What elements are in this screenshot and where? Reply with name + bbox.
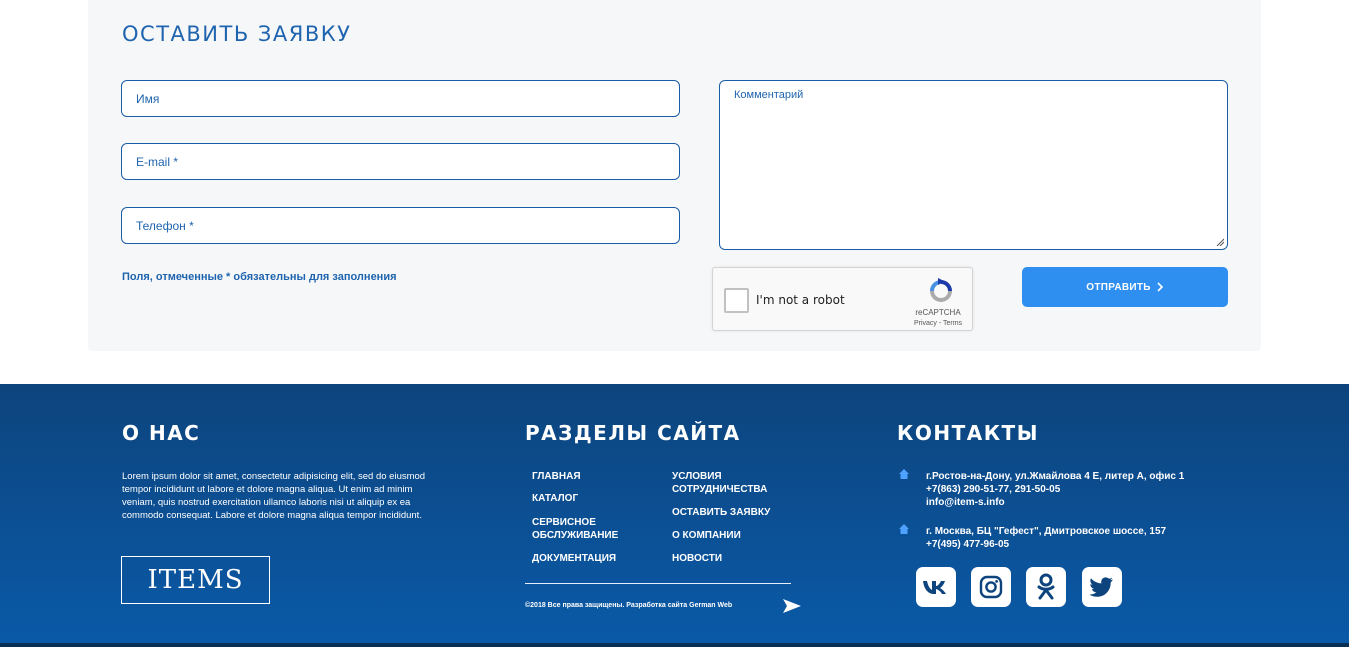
footer-divider — [525, 583, 791, 584]
chevron-right-icon — [1157, 282, 1163, 292]
twitter-button[interactable] — [1082, 567, 1122, 607]
footer: О нас Lorem ipsum dolor sit amet, consec… — [0, 384, 1349, 647]
home-icon — [899, 469, 909, 479]
recaptcha-label: I'm not a robot — [756, 293, 845, 307]
submit-button[interactable]: Отправить — [1022, 267, 1228, 307]
office2-phones[interactable]: +7(495) 477-96-05 — [926, 538, 1009, 551]
nav-link-news[interactable]: Новости — [672, 552, 722, 565]
vk-icon — [923, 581, 946, 594]
recaptcha-links[interactable]: Privacy - Terms — [908, 320, 968, 327]
email-placeholder: E-mail * — [136, 154, 179, 169]
office1-phones[interactable]: +7(863) 290-51-77, 291-50-05 — [926, 483, 1060, 496]
phone-placeholder: Телефон * — [136, 218, 194, 233]
recaptcha-widget: I'm not a robot reCAPTCHA Privacy - Term… — [712, 267, 973, 331]
vk-button[interactable] — [916, 567, 956, 607]
nav-link-cooperation[interactable]: Условия сотрудничества — [672, 470, 782, 496]
odnoklassniki-button[interactable] — [1026, 567, 1066, 607]
phone-input[interactable]: Телефон * — [121, 207, 680, 244]
resize-handle-icon[interactable] — [1216, 238, 1224, 246]
copyright: ©2018 Все права защищены. Разработка сай… — [525, 602, 733, 609]
nav-link-catalog[interactable]: Каталог — [532, 492, 578, 505]
home-icon — [899, 524, 909, 534]
items-logo[interactable]: ITEMS — [121, 556, 270, 604]
about-text: Lorem ipsum dolor sit amet, consectetur … — [122, 471, 426, 521]
form-title: Оставить заявку — [122, 22, 352, 46]
nav-link-documentation[interactable]: Документация — [532, 552, 616, 565]
recaptcha-checkbox[interactable] — [724, 288, 749, 313]
required-fields-note: Поля, отмеченные * обязательны для запол… — [122, 271, 397, 283]
office1-email[interactable]: info@item-s.info — [926, 496, 1005, 509]
paper-plane-icon[interactable] — [782, 598, 802, 614]
odnoklassniki-icon — [1037, 573, 1055, 600]
recaptcha-logo-icon — [930, 278, 952, 302]
comment-placeholder: Комментарий — [734, 89, 804, 101]
name-placeholder: Имя — [136, 91, 160, 106]
twitter-icon — [1090, 577, 1113, 597]
nav-link-request[interactable]: Оставить заявку — [672, 506, 770, 519]
email-input[interactable]: E-mail * — [121, 143, 680, 180]
nav-link-service[interactable]: Сервисное обслуживание — [532, 516, 642, 542]
instagram-icon — [979, 575, 1003, 599]
nav-link-about[interactable]: О компании — [672, 529, 741, 542]
about-heading: О нас — [122, 421, 201, 445]
nav-link-home[interactable]: Главная — [532, 470, 581, 483]
submit-label: Отправить — [1086, 281, 1151, 293]
bottom-bar — [0, 643, 1349, 647]
comment-textarea[interactable]: Комментарий — [719, 80, 1228, 250]
page: Оставить заявку Имя E-mail * Телефон * К… — [0, 0, 1349, 647]
office2-address: г. Москва, БЦ "Гефест", Дмитровское шосс… — [926, 526, 1167, 537]
logo-text: ITEMS — [147, 565, 244, 595]
instagram-button[interactable] — [971, 567, 1011, 607]
contacts-heading: Контакты — [897, 421, 1039, 445]
office1-address: г.Ростов-на-Дону, ул.Жмайлова 4 Е, литер… — [926, 471, 1185, 482]
sections-heading: Разделы сайта — [525, 421, 741, 445]
name-input[interactable]: Имя — [121, 80, 680, 117]
recaptcha-brand: reCAPTCHA — [915, 308, 961, 317]
